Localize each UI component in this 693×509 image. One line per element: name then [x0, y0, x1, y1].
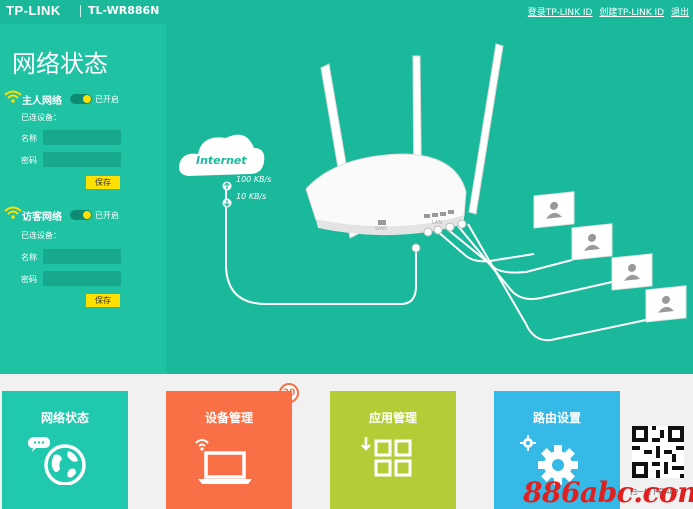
guest-save-button[interactable]: 保存	[86, 294, 120, 307]
lan-cable-1	[435, 229, 535, 263]
upload-speed: 100 KB/s	[236, 175, 272, 184]
account-links: 登录TP-LINK ID 创建TP-LINK ID 退出	[524, 5, 689, 18]
tile-app-management[interactable]: 应用管理	[330, 391, 456, 509]
main-password-label: 密码	[21, 156, 37, 165]
guest-connected-label: 已连设备：	[21, 231, 61, 240]
app-qr-code	[632, 426, 684, 478]
guest-password-label: 密码	[21, 275, 37, 284]
tile-label: 应用管理	[368, 411, 417, 425]
wan-port-label: WAN	[375, 226, 387, 232]
main-save-button[interactable]: 保存	[86, 176, 120, 189]
main-network-status: 已开启	[95, 95, 119, 104]
guest-network-toggle[interactable]	[70, 210, 92, 220]
main-connected-label: 已连设备：	[21, 113, 61, 122]
model-name: TL-WR886N	[88, 4, 160, 17]
site-watermark: 886abc.com	[523, 476, 693, 509]
client-devices	[533, 191, 687, 323]
main-ssid-label: 名称	[21, 134, 37, 143]
download-speed: 10 KB/s	[236, 192, 267, 201]
tile-label: 网络状态	[40, 411, 89, 425]
router-body	[305, 153, 467, 228]
guest-network-status: 已开启	[95, 211, 119, 220]
antenna-right	[468, 43, 504, 215]
main-password-input[interactable]	[43, 152, 121, 167]
guest-ssid-label: 名称	[21, 253, 37, 262]
main-network-toggle[interactable]	[70, 94, 92, 104]
main-network-section: 主人网络 已开启 已连设备： 名称 密码 保存	[0, 90, 166, 189]
create-tplink-id-link[interactable]: 创建TP-LINK ID	[599, 8, 664, 18]
wifi-icon	[4, 206, 22, 219]
active-tab-pointer	[57, 374, 71, 381]
topology-diagram: WAN LAN Internet 100 KB/s 10 KB/s	[166, 24, 693, 374]
login-tplink-id-link[interactable]: 登录TP-LINK ID	[528, 8, 593, 18]
logo-divider	[80, 5, 81, 17]
guest-network-section: 访客网络 已开启 已连设备： 名称 密码 保存	[0, 206, 166, 307]
guest-network-name: 访客网络	[22, 212, 62, 223]
brand-logo: TP-LINK	[6, 3, 61, 18]
apps-grid-icon	[361, 437, 412, 477]
top-header: TP-LINK TL-WR886N 登录TP-LINK ID 创建TP-LINK…	[0, 0, 693, 24]
logout-link[interactable]: 退出	[671, 8, 689, 18]
main-ssid-input[interactable]	[43, 130, 121, 145]
wifi-icon	[4, 90, 22, 103]
lan-port-label: LAN	[432, 220, 442, 226]
guest-ssid-input[interactable]	[43, 249, 121, 264]
internet-label: Internet	[196, 154, 247, 167]
guest-password-input[interactable]	[43, 271, 121, 286]
main-network-name: 主人网络	[22, 96, 62, 107]
qr-code-graphic	[632, 426, 684, 478]
panel-title: 网络状态	[12, 50, 108, 78]
globe-chat-icon	[28, 437, 86, 485]
tile-label: 设备管理	[204, 411, 253, 425]
laptop-wifi-icon	[195, 439, 252, 484]
tile-network-status[interactable]: 网络状态	[2, 391, 128, 509]
tile-label: 路由设置	[532, 411, 581, 425]
network-status-panel: 网络状态 主人网络 已开启 已连设备： 名称 密码 保存 访客网络 已开启 已连…	[0, 24, 166, 374]
tile-device-management[interactable]: 设备管理	[166, 391, 292, 509]
